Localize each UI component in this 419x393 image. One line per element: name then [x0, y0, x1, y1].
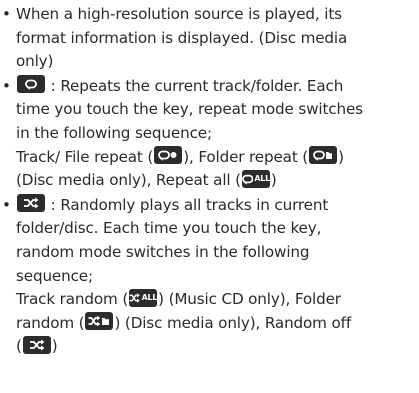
text-fragment: (Disc media only), Repeat all (	[16, 171, 241, 190]
repeat-icon	[17, 75, 45, 94]
repeat-all-icon: ALL	[241, 169, 270, 188]
text-line: When a high-resolution source is played,…	[16, 5, 342, 23]
text-fragment: ) (Disc media only), Random off	[114, 313, 352, 332]
text-fragment: Track random (	[16, 290, 129, 309]
key-label: ALL	[141, 292, 158, 302]
random-icon	[17, 194, 45, 213]
repeat-folder-icon	[309, 146, 338, 165]
text-fragment: (	[16, 337, 22, 356]
text-line: in the following sequence;	[16, 123, 212, 142]
repeat-one-icon	[154, 146, 183, 165]
list-item-high-resolution: • When a high-resolution source is playe…	[0, 3, 419, 74]
list-item-random: • : Randomly plays all tracks in current…	[0, 194, 419, 359]
text-fragment: )	[270, 171, 277, 190]
text-fragment: Track/ File repeat (	[16, 147, 154, 166]
key-label: ALL	[254, 173, 270, 183]
random-all-icon: ALL	[129, 288, 158, 307]
text-line: sequence;	[16, 266, 93, 285]
bullet: •	[2, 76, 11, 95]
text-fragment: random (	[16, 313, 85, 332]
text-fragment: )	[338, 147, 344, 166]
text-fragment: ), Folder repeat (	[183, 147, 309, 166]
text-fragment: )	[51, 337, 58, 356]
text-line: time you touch the key, repeat mode swit…	[16, 100, 363, 119]
text-line: only)	[16, 52, 54, 71]
random-off-icon	[22, 335, 51, 354]
repeat-description: : Repeats the current track/folder. Each	[46, 76, 344, 95]
random-description: : Randomly plays all tracks in current	[46, 195, 329, 214]
bullet: •	[2, 5, 11, 23]
bullet: •	[2, 195, 11, 214]
text-line: folder/disc. Each time you touch the key…	[16, 219, 322, 238]
list-item-repeat: • : Repeats the current track/folder. Ea…	[0, 75, 419, 193]
text-line: random mode switches in the following	[16, 242, 310, 261]
document-body: • When a high-resolution source is playe…	[0, 3, 419, 359]
text-fragment: ) (Music CD only), Folder	[158, 290, 341, 309]
random-folder-icon	[85, 312, 114, 331]
text-line: format information is displayed. (Disc m…	[16, 28, 348, 47]
